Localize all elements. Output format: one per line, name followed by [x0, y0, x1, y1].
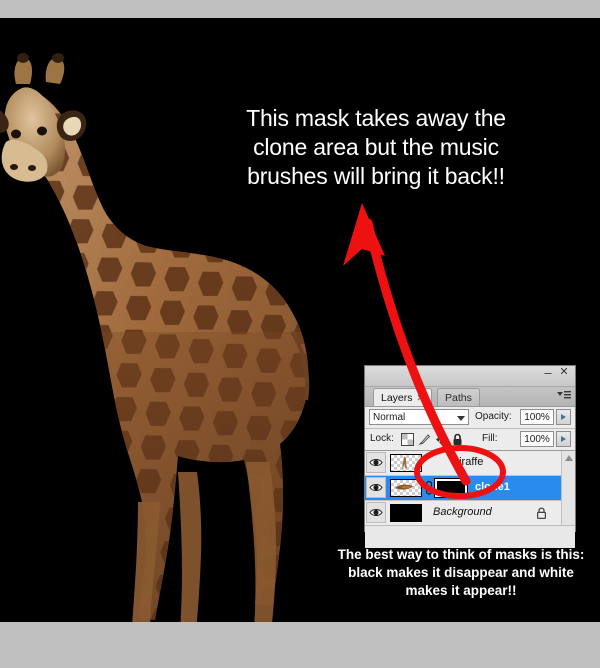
layer-visibility-toggle-background[interactable]	[366, 502, 386, 523]
image-canvas: This mask takes away the clone area but …	[0, 18, 600, 622]
bottom-caption-line-3: makes it appear!!	[405, 583, 517, 598]
lock-transparent-pixels-icon[interactable]	[401, 433, 414, 446]
table-row[interactable]: clone1	[365, 476, 575, 501]
clone-thumb-art	[395, 484, 414, 490]
minimize-icon[interactable]: –	[542, 366, 554, 379]
table-row[interactable]: giraffe	[365, 451, 575, 476]
opacity-label: Opacity:	[475, 411, 512, 422]
bottom-caption-line-1: The best way to think of masks is this:	[337, 547, 585, 562]
lock-position-icon[interactable]	[435, 433, 448, 446]
panel-footer-toolbar[interactable]	[365, 525, 575, 548]
panel-menu-icon[interactable]	[557, 390, 571, 403]
layer-name-giraffe[interactable]: giraffe	[453, 451, 483, 474]
eye-icon	[369, 509, 383, 516]
lock-row: Lock: Fill: 100%	[365, 429, 575, 451]
layer-name-clone1[interactable]: clone1	[475, 476, 510, 499]
layer-name-background[interactable]: Background	[433, 501, 492, 524]
bottom-caption: The best way to think of masks is this: …	[330, 546, 592, 600]
top-caption-line-3: brushes will bring it back!!	[247, 163, 505, 189]
top-caption-line-2: clone area but the music	[253, 134, 499, 160]
layer-thumbnail-clone1[interactable]	[390, 479, 422, 497]
opacity-stepper-icon[interactable]	[556, 409, 571, 425]
tab-paths-label: Paths	[445, 392, 472, 404]
blend-mode-value: Normal	[373, 412, 406, 423]
tab-layers[interactable]: Layers ✕	[373, 388, 433, 406]
lock-image-pixels-icon[interactable]	[418, 433, 431, 446]
layer-list[interactable]: giraffe clone1 Background	[365, 451, 575, 525]
fill-stepper-icon[interactable]	[556, 431, 571, 447]
layer-visibility-toggle-clone1[interactable]	[366, 477, 386, 498]
bottom-gray-band	[0, 622, 600, 668]
eye-icon	[369, 484, 383, 491]
top-gray-band	[0, 0, 600, 18]
panel-tab-bar: Layers ✕ Paths	[365, 387, 575, 407]
giraffe-thumb-art	[402, 456, 407, 470]
lock-all-icon[interactable]	[451, 433, 464, 446]
eye-icon	[369, 459, 383, 466]
fill-label: Fill:	[482, 433, 498, 444]
layer-list-scrollbar[interactable]	[561, 451, 575, 525]
table-row[interactable]: Background	[365, 501, 575, 525]
tab-close-icon[interactable]: ✕	[417, 393, 425, 403]
layer-mask-thumbnail-clone1[interactable]	[434, 478, 468, 498]
lock-label: Lock:	[370, 433, 394, 444]
opacity-input[interactable]: 100%	[520, 409, 554, 425]
padlock-icon	[537, 507, 546, 519]
close-icon[interactable]: ✕	[558, 367, 570, 379]
chevron-down-icon[interactable]	[457, 416, 465, 421]
layer-thumbnail-giraffe[interactable]	[390, 454, 422, 472]
layer-visibility-toggle-giraffe[interactable]	[366, 452, 386, 473]
link-layers-icon[interactable]	[425, 481, 433, 495]
screenshot-root: This mask takes away the clone area but …	[0, 0, 600, 668]
blend-mode-row: Normal Opacity: 100%	[365, 407, 575, 429]
tab-paths[interactable]: Paths	[437, 388, 480, 406]
tab-layers-label: Layers	[381, 392, 413, 404]
fill-input[interactable]: 100%	[520, 431, 554, 447]
panel-titlebar: – ✕	[365, 366, 575, 387]
top-caption: This mask takes away the clone area but …	[196, 104, 556, 191]
layer-thumbnail-background[interactable]	[390, 504, 422, 522]
top-caption-line-1: This mask takes away the	[246, 105, 506, 131]
scroll-up-icon[interactable]	[565, 455, 573, 461]
layers-panel[interactable]: – ✕ Layers ✕ Paths Normal Opacity: 100% …	[364, 365, 576, 548]
bottom-caption-line-2: black makes it disappear and white	[348, 565, 574, 580]
blend-mode-select[interactable]: Normal	[369, 409, 469, 425]
